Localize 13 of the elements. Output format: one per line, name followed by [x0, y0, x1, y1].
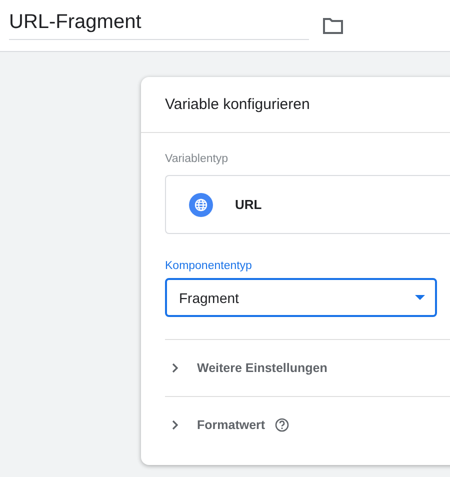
dropdown-arrow-icon — [415, 295, 425, 300]
folder-icon[interactable] — [323, 18, 343, 34]
card-title: Variable konfigurieren — [141, 77, 450, 133]
section-title[interactable]: Weitere Einstellungen — [197, 361, 328, 375]
globe-icon — [189, 192, 213, 216]
field-label: Komponententyp — [165, 260, 253, 272]
variable-type-tile[interactable]: URL — [165, 175, 450, 234]
component-type-select[interactable]: Fragment — [165, 278, 437, 317]
section-title[interactable]: Formatwert — [197, 418, 266, 432]
field-label: Variablentyp — [165, 153, 230, 165]
chevron-right-icon[interactable] — [171, 420, 179, 430]
chevron-right-icon[interactable] — [171, 363, 179, 373]
help-icon[interactable] — [275, 418, 290, 432]
